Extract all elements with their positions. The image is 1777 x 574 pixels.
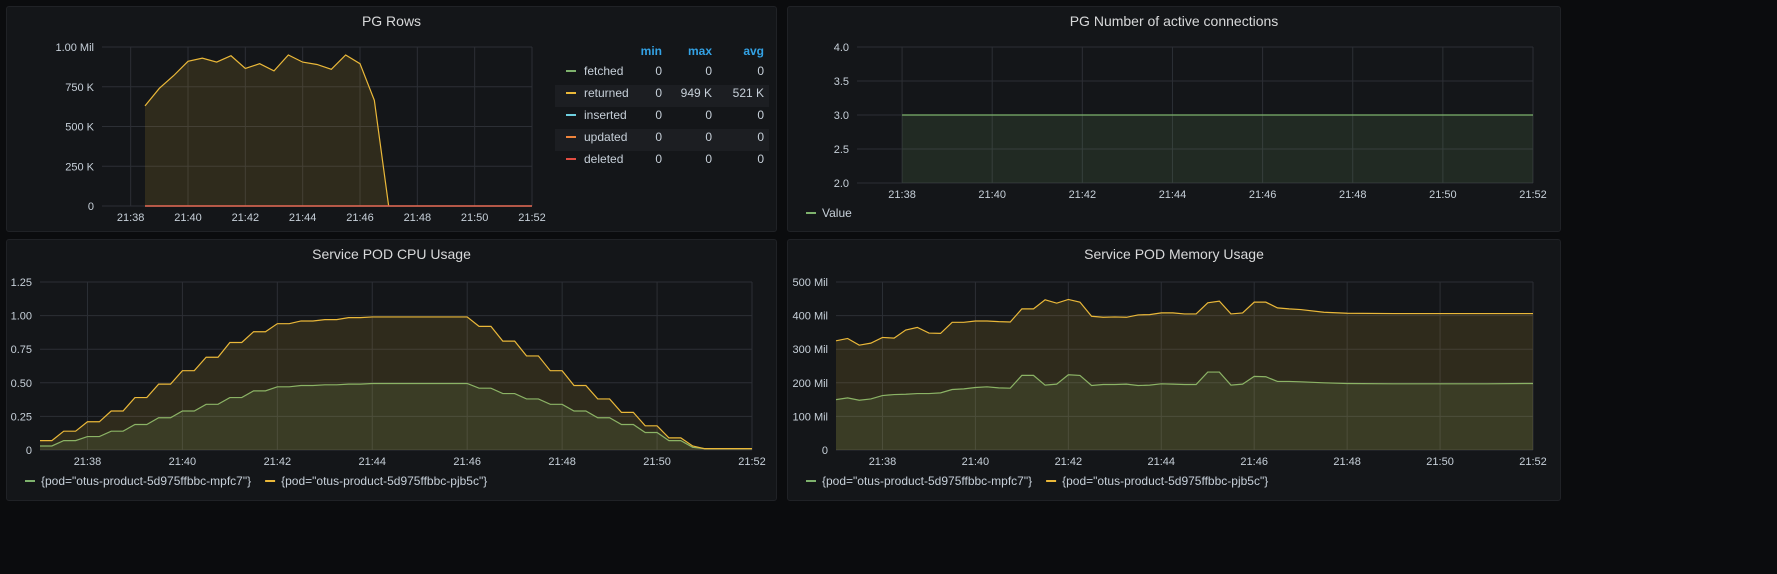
- x-tick-label: 21:42: [264, 456, 292, 468]
- x-tick-label: 21:38: [74, 456, 102, 468]
- x-tick-label: 21:48: [1339, 189, 1367, 201]
- x-tick-label: 21:52: [1519, 189, 1547, 201]
- legend-value: 0: [757, 152, 764, 166]
- legend-name: returned: [584, 86, 629, 100]
- legend-name: updated: [584, 130, 627, 144]
- y-tick-label: 2.5: [834, 144, 849, 156]
- legend-value: 0: [757, 108, 764, 122]
- x-tick-label: 21:38: [869, 456, 897, 468]
- legend-value: 0: [705, 64, 712, 78]
- legend-value: 0: [705, 108, 712, 122]
- x-tick-label: 21:44: [289, 212, 317, 224]
- y-tick-label: 1.00: [11, 311, 32, 323]
- x-tick-label: 21:48: [1333, 456, 1361, 468]
- x-tick-label: 21:42: [1069, 189, 1097, 201]
- series-area: [145, 54, 389, 207]
- x-tick-label: 21:52: [738, 456, 766, 468]
- legend-name: fetched: [584, 64, 623, 78]
- legend-value: 0: [705, 152, 712, 166]
- x-tick-label: 21:42: [232, 212, 260, 224]
- x-tick-label: 21:46: [1249, 189, 1277, 201]
- legend-header-max: max: [688, 44, 712, 58]
- legend-value: 0: [705, 130, 712, 144]
- y-tick-label: 0: [88, 201, 94, 213]
- legend-name: inserted: [584, 108, 627, 122]
- panel-pod-memory: Service POD Memory Usage 0 100 Mil 200 Mil…: [787, 239, 1561, 501]
- legend-value: 0: [655, 64, 662, 78]
- legend-item: {pod="otus-product-5d975ffbbc-pjb5c"}: [1062, 474, 1268, 488]
- y-tick-label: 500 K: [65, 122, 94, 134]
- x-tick-label: 21:46: [453, 456, 481, 468]
- y-tick-label: 0.50: [11, 378, 32, 390]
- x-tick-label: 21:46: [346, 212, 374, 224]
- y-tick-label: 4.0: [834, 42, 849, 54]
- y-tick-label: 300 Mil: [793, 344, 828, 356]
- y-tick-label: 200 Mil: [793, 378, 828, 390]
- x-tick-label: 21:50: [643, 456, 671, 468]
- series--pod-otus-product-5d975ffbbc-pjb5c-: [835, 298, 1533, 450]
- series--pod-otus-product-5d975ffbbc-pjb5c-: [40, 316, 752, 450]
- x-tick-label: 21:40: [962, 456, 990, 468]
- y-tick-label: 3.0: [834, 110, 849, 122]
- legend-value: 949 K: [681, 86, 712, 100]
- series-area: [836, 299, 1533, 450]
- x-tick-label: 21:50: [1429, 189, 1457, 201]
- y-tick-label: 1.25: [11, 277, 32, 289]
- chart-pg-rows: 0 250 K 500 K 750 K 1.00 Mil 21:38 21:40 21:42 2…: [55, 42, 769, 224]
- x-tick-label: 21:46: [1240, 456, 1268, 468]
- x-tick-label: 21:50: [1426, 456, 1454, 468]
- y-tick-label: 0.75: [11, 344, 32, 356]
- y-tick-label: 250 K: [65, 161, 94, 173]
- chart-pod-memory: 0 100 Mil 200 Mil 300 Mil 400 Mil 500 Mil 21:3…: [793, 277, 1547, 488]
- y-tick-label: 750 K: [65, 82, 94, 94]
- x-tick-label: 21:48: [404, 212, 432, 224]
- chart-pod-cpu: 0 0.25 0.50 0.75 1.00 1.25 21:38 21:40 21:42 21:4…: [11, 277, 766, 488]
- series-area: [902, 115, 1533, 183]
- y-tick-label: 2.0: [834, 178, 849, 190]
- legend-header-avg: avg: [743, 44, 764, 58]
- legend-value: 0: [757, 130, 764, 144]
- x-tick-label: 21:44: [359, 456, 387, 468]
- y-tick-label: 100 Mil: [793, 411, 828, 423]
- legend-value: 0: [655, 108, 662, 122]
- y-tick-label: 400 Mil: [793, 311, 828, 323]
- y-tick-label: 3.5: [834, 76, 849, 88]
- legend-item: {pod="otus-product-5d975ffbbc-mpfc7"}: [41, 474, 251, 488]
- y-tick-label: 0: [26, 445, 32, 457]
- legend-item: Value: [822, 206, 852, 220]
- legend-value: 0: [757, 64, 764, 78]
- legend-item: {pod="otus-product-5d975ffbbc-pjb5c"}: [281, 474, 487, 488]
- legend-header-min: min: [641, 44, 662, 58]
- y-tick-label: 0.25: [11, 411, 32, 423]
- x-tick-label: 21:40: [978, 189, 1006, 201]
- y-tick-label: 1.00 Mil: [55, 42, 94, 54]
- chart-pg-connections: 2.0 2.5 3.0 3.5 4.0 21:38 21:40 21:42 21:44 21:46…: [806, 42, 1547, 220]
- series-returned: [144, 54, 390, 207]
- panel-pg-connections: PG Number of active connections 2.0 2.5 3.…: [787, 6, 1561, 232]
- x-tick-label: 21:38: [888, 189, 916, 201]
- legend-value: 0: [655, 86, 662, 100]
- x-tick-label: 21:48: [548, 456, 576, 468]
- y-tick-label: 0: [822, 445, 828, 457]
- x-tick-label: 21:52: [518, 212, 546, 224]
- legend-value: 0: [655, 130, 662, 144]
- legend-value: 0: [655, 152, 662, 166]
- panel-pg-rows: PG Rows 0 250 K 500 K 750 K 1.00 Mil 21:38 21:…: [6, 6, 777, 232]
- x-tick-label: 21:40: [169, 456, 197, 468]
- series-area: [40, 316, 752, 450]
- x-tick-label: 21:38: [117, 212, 145, 224]
- x-tick-label: 21:52: [1519, 456, 1547, 468]
- y-tick-label: 500 Mil: [793, 277, 828, 289]
- x-tick-label: 21:40: [174, 212, 202, 224]
- series-value: [902, 114, 1533, 183]
- legend-item: {pod="otus-product-5d975ffbbc-mpfc7"}: [822, 474, 1032, 488]
- x-tick-label: 21:42: [1055, 456, 1083, 468]
- x-tick-label: 21:50: [461, 212, 489, 224]
- x-tick-label: 21:44: [1148, 456, 1176, 468]
- panel-pod-cpu: Service POD CPU Usage 0 0.25 0.50 0.75 1.00 1…: [6, 239, 777, 501]
- legend-name: deleted: [584, 152, 623, 166]
- legend-value: 521 K: [733, 86, 764, 100]
- x-tick-label: 21:44: [1159, 189, 1187, 201]
